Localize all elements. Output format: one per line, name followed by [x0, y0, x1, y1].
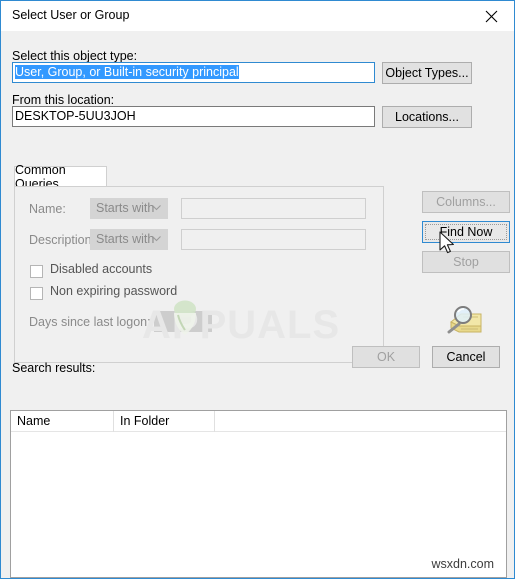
- search-results-header: Name In Folder: [11, 411, 506, 432]
- chevron-down-icon: [152, 205, 161, 211]
- non-expiring-password-checkbox[interactable]: [30, 287, 43, 300]
- common-queries-panel: Name: Starts with Description: Starts wi…: [14, 186, 384, 363]
- object-type-label: Select this object type:: [12, 49, 138, 63]
- object-type-value: User, Group, or Built-in security princi…: [15, 65, 239, 79]
- disabled-accounts-label: Disabled accounts: [50, 262, 153, 276]
- cancel-button-label: Cancel: [446, 350, 486, 364]
- column-header-name[interactable]: Name: [11, 411, 114, 432]
- search-results-body[interactable]: [11, 432, 506, 577]
- search-results-list[interactable]: Name In Folder wsxdn.com: [10, 410, 507, 578]
- magnifier-folder-icon: [447, 306, 482, 334]
- location-value: DESKTOP-5UU3JOH: [15, 109, 136, 123]
- columns-button-label: Columns...: [436, 195, 496, 209]
- name-condition-value: Starts with: [96, 201, 155, 215]
- close-button[interactable]: [469, 1, 514, 31]
- ok-button[interactable]: OK: [352, 346, 420, 368]
- dialog-body: Select this object type: User, Group, or…: [1, 31, 514, 578]
- dialog-title: Select User or Group: [12, 8, 130, 22]
- find-now-button[interactable]: Find Now: [422, 221, 510, 243]
- ok-button-label: OK: [376, 350, 396, 364]
- column-header-in-folder[interactable]: In Folder: [114, 411, 215, 432]
- location-input[interactable]: DESKTOP-5UU3JOH: [12, 106, 375, 127]
- stop-button-label: Stop: [453, 255, 479, 269]
- locations-button[interactable]: Locations...: [382, 106, 472, 128]
- stop-button[interactable]: Stop: [422, 251, 510, 273]
- select-user-or-group-dialog: Select User or Group Select this object …: [0, 0, 515, 579]
- name-condition-select[interactable]: Starts with: [90, 198, 168, 219]
- column-header-extra[interactable]: [215, 411, 506, 432]
- chevron-down-icon: [152, 236, 161, 242]
- disabled-accounts-checkbox[interactable]: [30, 265, 43, 278]
- object-types-button[interactable]: Object Types...: [382, 62, 472, 84]
- description-condition-value: Starts with: [96, 232, 155, 246]
- title-bar: Select User or Group: [1, 1, 514, 31]
- object-type-input[interactable]: User, Group, or Built-in security princi…: [12, 62, 375, 83]
- location-label: From this location:: [12, 93, 115, 107]
- description-condition-select[interactable]: Starts with: [90, 229, 168, 250]
- name-label: Name:: [29, 202, 66, 216]
- non-expiring-password-label: Non expiring password: [50, 284, 178, 298]
- name-input[interactable]: [181, 198, 366, 219]
- locations-button-label: Locations...: [395, 110, 459, 124]
- find-now-button-label: Find Now: [439, 225, 493, 239]
- object-types-button-label: Object Types...: [385, 66, 469, 80]
- description-input[interactable]: [181, 229, 366, 250]
- search-results-label: Search results:: [12, 361, 96, 375]
- days-since-logon-input[interactable]: [154, 311, 212, 332]
- close-icon: [485, 10, 498, 22]
- days-since-logon-label: Days since last logon:: [29, 315, 151, 329]
- cancel-button[interactable]: Cancel: [432, 346, 500, 368]
- description-label: Description:: [29, 233, 95, 247]
- tab-common-queries[interactable]: Common Queries: [14, 163, 107, 191]
- columns-button[interactable]: Columns...: [422, 191, 510, 213]
